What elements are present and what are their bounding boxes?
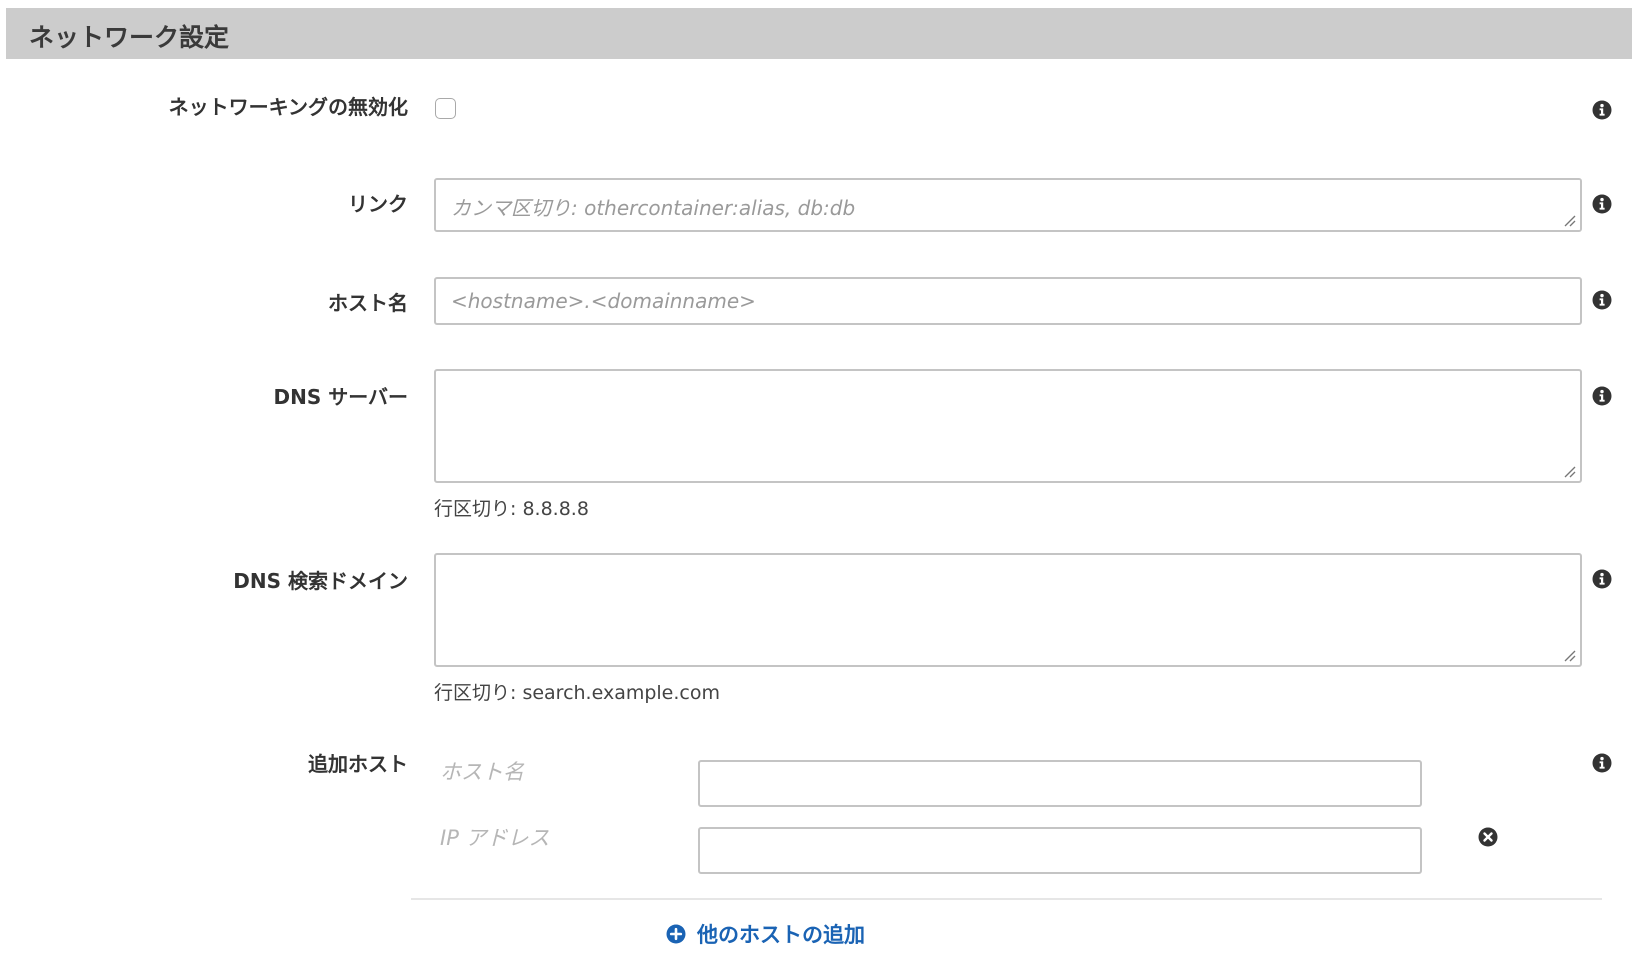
divider — [411, 898, 1602, 900]
extra-host-hostname-label: ホスト名 — [440, 760, 524, 784]
hostname-label: ホスト名 — [328, 291, 408, 315]
section-header: ネットワーク設定 — [6, 8, 1632, 59]
dns-servers-label: DNS サーバー — [273, 385, 408, 409]
dns-search-domains-label: DNS 検索ドメイン — [233, 569, 408, 593]
extra-host-ip-label: IP アドレス — [440, 826, 550, 850]
dns-search-domains-hint: 行区切り: search.example.com — [434, 682, 720, 704]
links-textarea[interactable] — [434, 178, 1582, 232]
dns-search-domains-resize-handle[interactable] — [1563, 649, 1577, 663]
links-info-icon[interactable] — [1592, 194, 1612, 214]
plus-circle-icon — [666, 924, 686, 944]
disable-networking-info-icon[interactable] — [1592, 100, 1612, 120]
dns-search-domains-info-icon[interactable] — [1592, 569, 1612, 589]
extra-host-ip-input[interactable] — [698, 827, 1422, 874]
dns-servers-info-icon[interactable] — [1592, 386, 1612, 406]
add-host-link[interactable]: 他のホストの追加 — [666, 920, 865, 948]
remove-host-icon[interactable] — [1478, 827, 1498, 847]
disable-networking-label: ネットワーキングの無効化 — [168, 95, 408, 119]
dns-servers-resize-handle[interactable] — [1563, 465, 1577, 479]
extra-host-hostname-input[interactable] — [698, 760, 1422, 807]
dns-search-domains-textarea[interactable] — [434, 553, 1582, 667]
links-resize-handle[interactable] — [1563, 214, 1577, 228]
links-label: リンク — [348, 192, 408, 216]
section-title: ネットワーク設定 — [29, 23, 230, 52]
hostname-input[interactable] — [434, 277, 1582, 325]
extra-hosts-info-icon[interactable] — [1592, 753, 1612, 773]
disable-networking-checkbox[interactable] — [435, 98, 456, 119]
add-host-label: 他のホストの追加 — [697, 923, 865, 947]
dns-servers-hint: 行区切り: 8.8.8.8 — [434, 498, 589, 520]
network-settings-panel: ネットワーク設定 ネットワーキングの無効化 リンク ホスト名 DNS サーバー … — [0, 0, 1632, 968]
hostname-info-icon[interactable] — [1592, 290, 1612, 310]
dns-servers-textarea[interactable] — [434, 369, 1582, 483]
extra-hosts-label: 追加ホスト — [308, 752, 408, 776]
